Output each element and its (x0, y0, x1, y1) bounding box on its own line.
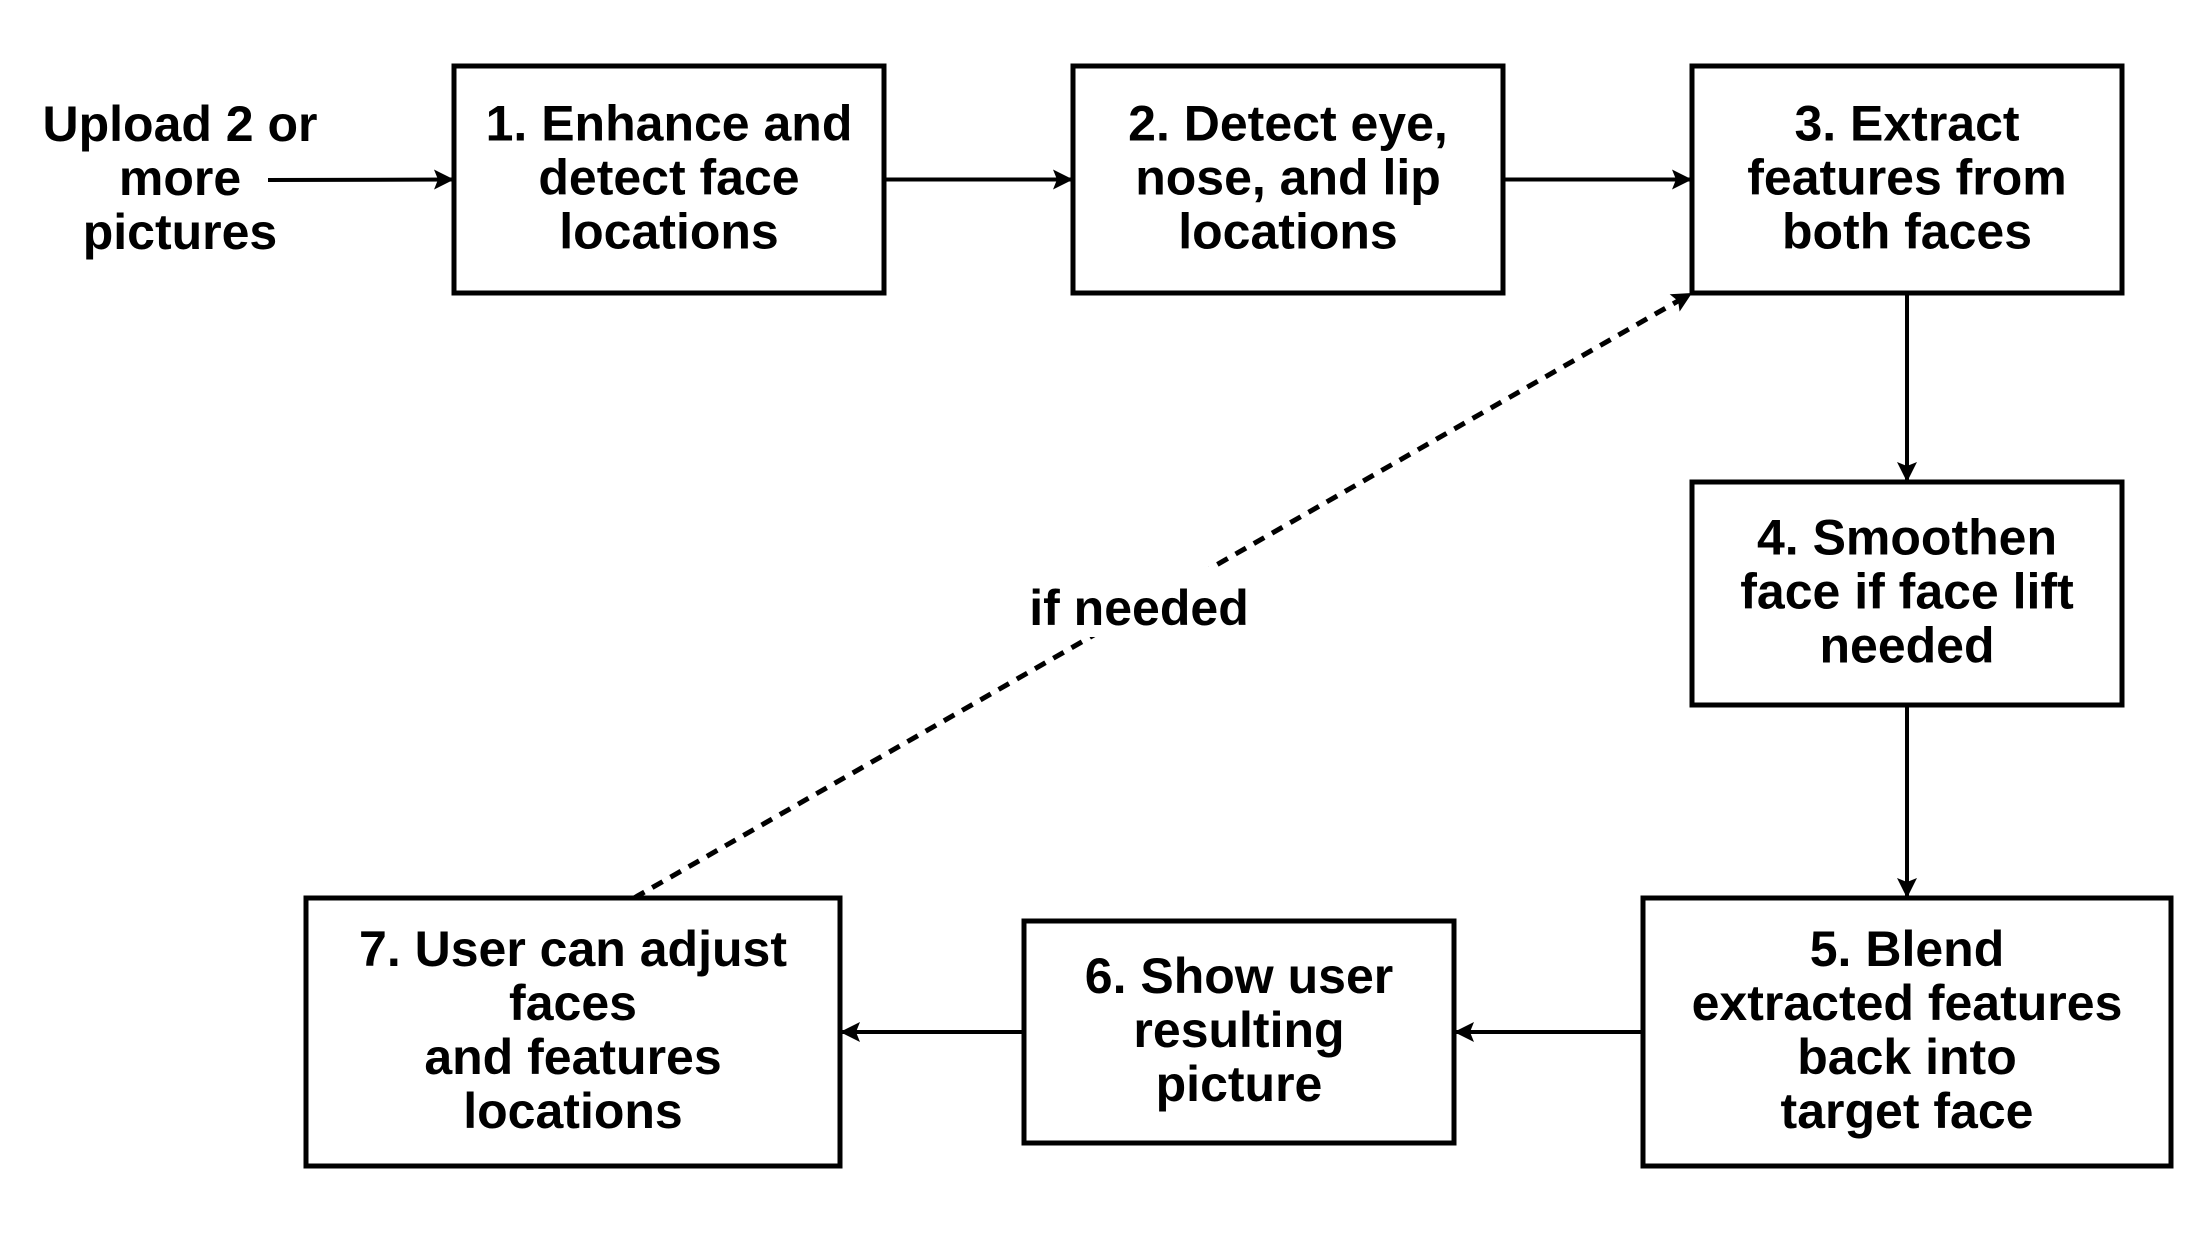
step-5-text-line: 5. Blend (1810, 921, 2004, 977)
arrow (267, 169, 455, 190)
step-1-text-line: locations (559, 204, 778, 260)
flow-step-7: 7. User can adjustfacesand featureslocat… (303, 895, 843, 1169)
step-5-text-line: extracted features (1692, 975, 2123, 1031)
step-7-text-line: locations (463, 1083, 682, 1139)
step-7-text-line: 7. User can adjust (359, 921, 787, 977)
step-4-text-line: needed (1819, 618, 1994, 674)
step-1-text-line: detect face (538, 150, 799, 206)
step-2-text-line: 2. Detect eye, (1128, 96, 1448, 152)
step-4-text-line: 4. Smoothen (1757, 510, 2057, 566)
step-7-text-line: and features (424, 1029, 721, 1085)
step-2-text-line: nose, and lip (1135, 150, 1441, 206)
step-6-text-line: picture (1156, 1056, 1323, 1112)
step-3-text-line: features from (1747, 150, 2067, 206)
edge-input-to-n1 (267, 169, 455, 190)
flow-step-6: 6. Show userresultingpicture (1021, 918, 1457, 1146)
flow-step-2: 2. Detect eye,nose, and liplocations (1070, 63, 1506, 296)
edge-n7-to-n3: if needed (632, 290, 1694, 901)
step-5-text-line: back into (1797, 1029, 2016, 1085)
step-1-text-line: 1. Enhance and (486, 96, 853, 152)
flow-step-5: 5. Blendextracted featuresback intotarge… (1640, 895, 2174, 1169)
step-3-text-line: 3. Extract (1794, 96, 2019, 152)
input-label-line: Upload 2 or (42, 96, 317, 152)
step-3-text-line: both faces (1782, 204, 2032, 260)
step-6-text-line: resulting (1133, 1002, 1344, 1058)
input-label-line: more (119, 150, 241, 206)
step-2-text-line: locations (1178, 204, 1397, 260)
step-4-text-line: face if face lift (1740, 564, 2074, 620)
step-6-text-line: 6. Show user (1085, 948, 1393, 1004)
flow-step-1: 1. Enhance anddetect facelocations (451, 63, 887, 296)
input-label-line: pictures (83, 204, 278, 260)
step-7-text-line: faces (509, 975, 637, 1031)
flowchart-diagram: if needed 1. Enhance anddetect facelocat… (42, 63, 2174, 1169)
step-3-text: 3. Extractfeatures fromboth faces (1747, 96, 2067, 260)
flow-step-4: 4. Smoothenface if face liftneeded (1689, 479, 2125, 708)
step-5-text-line: target face (1781, 1083, 2034, 1139)
flow-step-3: 3. Extractfeatures fromboth faces (1689, 63, 2125, 296)
edge-label-if-needed: if needed (1029, 580, 1248, 636)
